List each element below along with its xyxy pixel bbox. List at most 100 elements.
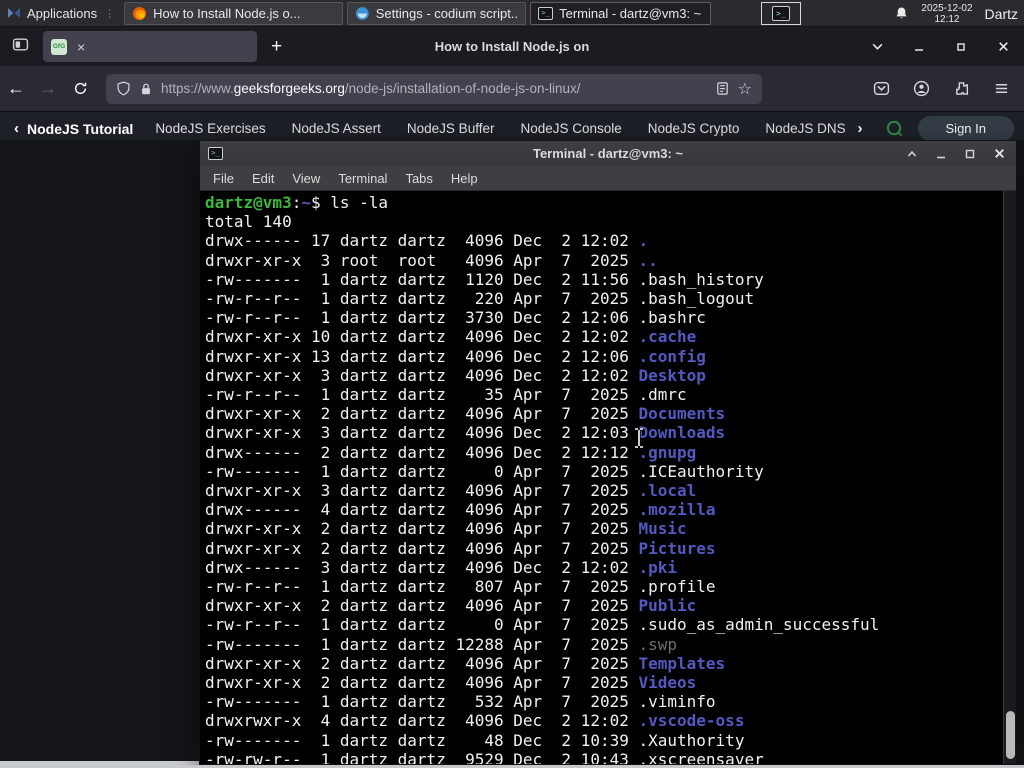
- account-icon[interactable]: [906, 74, 936, 104]
- nav-scroll-left-icon[interactable]: ‹: [14, 120, 19, 137]
- nav-item-nodejs-crypto[interactable]: NodeJS Crypto: [648, 121, 740, 136]
- nav-item-nodejs-exercises[interactable]: NodeJS Exercises: [155, 121, 265, 136]
- close-icon[interactable]: [993, 147, 1006, 160]
- tab-bar: GfG How to Install Node.js on × +: [0, 27, 1024, 66]
- taskbar-window-terminal[interactable]: >_ Terminal - dartz@vm3: ~: [530, 1, 712, 25]
- file-meta: drwxr-xr-x 2 dartz dartz 4096 Apr 7 2025: [205, 519, 639, 539]
- terminal-menu-terminal[interactable]: Terminal: [329, 168, 396, 189]
- taskbar-window-label: Settings - codium script...: [375, 5, 519, 21]
- terminal-menu-help[interactable]: Help: [442, 168, 487, 189]
- file-meta: drwxr-xr-x 3 dartz dartz 4096 Apr 7 2025: [205, 481, 639, 501]
- nav-links: NodeJS Exercises NodeJS Assert NodeJS Buff…: [155, 121, 849, 136]
- terminal-menubar: File Edit View Terminal Tabs Help: [200, 166, 1016, 191]
- file-meta: drwxr-xr-x 2 dartz dartz 4096 Apr 7 2025: [205, 653, 639, 673]
- file-name: .Xauthority: [638, 730, 745, 750]
- file-name: .config: [638, 346, 706, 366]
- file-meta: drwx------ 4 dartz dartz 4096 Apr 7 2025: [205, 500, 639, 520]
- back-button[interactable]: ←: [0, 73, 32, 105]
- search-icon[interactable]: [885, 119, 904, 138]
- menu-hamburger-icon[interactable]: [986, 74, 1016, 104]
- nav-item-nodejs-assert[interactable]: NodeJS Assert: [292, 121, 381, 136]
- file-meta: -rw-rw-r-- 1 dartz dartz 9529 Dec 2 10:4…: [205, 749, 639, 764]
- file-name: .vscode-oss: [638, 711, 745, 731]
- terminal-line: drwx------ 4 dartz dartz 4096 Apr 7 2025…: [205, 500, 1000, 519]
- terminal-line: drwx------ 17 dartz dartz 4096 Dec 2 12:…: [205, 231, 1000, 250]
- reader-view-icon[interactable]: [715, 81, 730, 96]
- terminal-titlebar[interactable]: >_ Terminal - dartz@vm3: ~: [200, 141, 1016, 166]
- file-meta: drwxr-xr-x 2 dartz dartz 4096 Apr 7 2025: [205, 538, 639, 558]
- file-meta: drwxrwxr-x 4 dartz dartz 4096 Dec 2 12:0…: [205, 711, 639, 731]
- terminal-line: -rw------- 1 dartz dartz 12288 Apr 7 202…: [205, 635, 1000, 654]
- forward-button[interactable]: →: [32, 73, 64, 105]
- notification-bell-icon[interactable]: [894, 6, 909, 21]
- file-meta: -rw-r--r-- 1 dartz dartz 35 Apr 7 2025: [205, 385, 639, 405]
- taskbar-window-codium[interactable]: Settings - codium script...: [347, 1, 527, 25]
- file-meta: -rw-r--r-- 1 dartz dartz 220 Apr 7 2025: [205, 289, 639, 309]
- shield-icon[interactable]: [116, 81, 131, 96]
- terminal-line: drwxr-xr-x 13 dartz dartz 4096 Dec 2 12:…: [205, 347, 1000, 366]
- file-name: .ICEauthority: [638, 461, 764, 481]
- terminal-line: drwxr-xr-x 2 dartz dartz 4096 Apr 7 2025…: [205, 519, 1000, 538]
- file-name: Public: [638, 596, 697, 616]
- close-button[interactable]: [982, 27, 1024, 66]
- file-meta: -rw-r--r-- 1 dartz dartz 807 Apr 7 2025: [205, 577, 639, 597]
- terminal-body[interactable]: dartz@vm3:~$ ls -la total 140 drwx------…: [200, 191, 1016, 764]
- terminal-scrollbar[interactable]: [1003, 191, 1016, 764]
- list-tabs-chevron-icon[interactable]: [856, 27, 898, 66]
- extensions-puzzle-icon[interactable]: [946, 74, 976, 104]
- reload-button[interactable]: [64, 73, 96, 105]
- nav-item-nodejs-buffer[interactable]: NodeJS Buffer: [407, 121, 495, 136]
- applications-menu-button[interactable]: Applications ⋮: [0, 0, 122, 26]
- nav-item-nodejs-dns[interactable]: NodeJS DNS: [765, 121, 845, 136]
- minimize-button[interactable]: [898, 27, 940, 66]
- bookmark-star-icon[interactable]: ☆: [738, 79, 752, 99]
- file-name: Music: [638, 519, 687, 539]
- terminal-menu-tabs[interactable]: Tabs: [396, 168, 441, 189]
- terminal-line: -rw------- 1 dartz dartz 1120 Dec 2 11:5…: [205, 270, 1000, 289]
- lock-icon[interactable]: [139, 82, 153, 96]
- file-name: Templates: [638, 653, 726, 673]
- sitenav-right: › Sign In: [854, 116, 1014, 141]
- shade-chevron-up-icon[interactable]: [906, 148, 918, 160]
- maximize-icon[interactable]: [964, 148, 976, 160]
- file-meta: drwxr-xr-x 10 dartz dartz 4096 Dec 2 12:…: [205, 327, 639, 347]
- terminal-line: drwxr-xr-x 3 root root 4096 Apr 7 2025 .…: [205, 251, 1000, 270]
- terminal-window-title: Terminal - dartz@vm3: ~: [532, 146, 684, 161]
- terminal-total-line: total 140: [205, 212, 292, 232]
- terminal-line: drwxr-xr-x 2 dartz dartz 4096 Apr 7 2025…: [205, 596, 1000, 615]
- nav-scroll-right-icon[interactable]: ›: [858, 120, 863, 137]
- prompt-cwd: ~: [301, 193, 311, 212]
- file-meta: drwxr-xr-x 13 dartz dartz 4096 Dec 2 12:…: [205, 346, 639, 366]
- terminal-menu-edit[interactable]: Edit: [243, 168, 283, 189]
- file-name: .viminfo: [638, 692, 716, 712]
- terminal-line: drwxr-xr-x 2 dartz dartz 4096 Apr 7 2025…: [205, 654, 1000, 673]
- terminal-line: drwxr-xr-x 2 dartz dartz 4096 Apr 7 2025…: [205, 404, 1000, 423]
- clock[interactable]: 2025-12-02 12:12: [921, 3, 972, 25]
- minimize-icon[interactable]: [935, 148, 947, 160]
- file-name: .sudo_as_admin_successful: [638, 615, 880, 635]
- terminal-scrollbar-thumb[interactable]: [1006, 711, 1015, 759]
- user-menu[interactable]: Dartz: [985, 6, 1020, 22]
- mouse-cursor-ibeam: [635, 428, 643, 448]
- applications-label: Applications: [27, 5, 98, 21]
- url-text[interactable]: https://www.geeksforgeeks.org/node-js/in…: [161, 81, 707, 96]
- taskbar-window-firefox[interactable]: How to Install Node.js o...: [124, 1, 344, 25]
- terminal-menu-file[interactable]: File: [204, 168, 243, 189]
- terminal-output: dartz@vm3:~$ ls -la total 140 drwx------…: [200, 191, 1016, 764]
- maximize-button[interactable]: [940, 27, 982, 66]
- url-bar[interactable]: https://www.geeksforgeeks.org/node-js/in…: [106, 73, 762, 104]
- terminal-line: drwxr-xr-x 3 dartz dartz 4096 Dec 2 12:0…: [205, 423, 1000, 442]
- nav-item-nodejs-console[interactable]: NodeJS Console: [520, 121, 621, 136]
- terminal-line: drwxr-xr-x 2 dartz dartz 4096 Apr 7 2025…: [205, 673, 1000, 692]
- file-name: .bashrc: [638, 308, 706, 328]
- file-meta: drwxr-xr-x 3 root root 4096 Apr 7 2025: [205, 250, 639, 270]
- terminal-menu-view[interactable]: View: [283, 168, 329, 189]
- terminal-window-controls: [906, 147, 1006, 160]
- tray-terminal-icon[interactable]: >_: [761, 2, 801, 25]
- browser-tab-active[interactable]: GfG How to Install Node.js on ×: [43, 31, 589, 62]
- pocket-icon[interactable]: [866, 74, 896, 104]
- file-name: Pictures: [638, 538, 716, 558]
- sign-in-button[interactable]: Sign In: [917, 116, 1014, 141]
- nav-item-nodejs-tutorial[interactable]: NodeJS Tutorial: [27, 121, 133, 137]
- terminal-line: -rw------- 1 dartz dartz 532 Apr 7 2025 …: [205, 692, 1000, 711]
